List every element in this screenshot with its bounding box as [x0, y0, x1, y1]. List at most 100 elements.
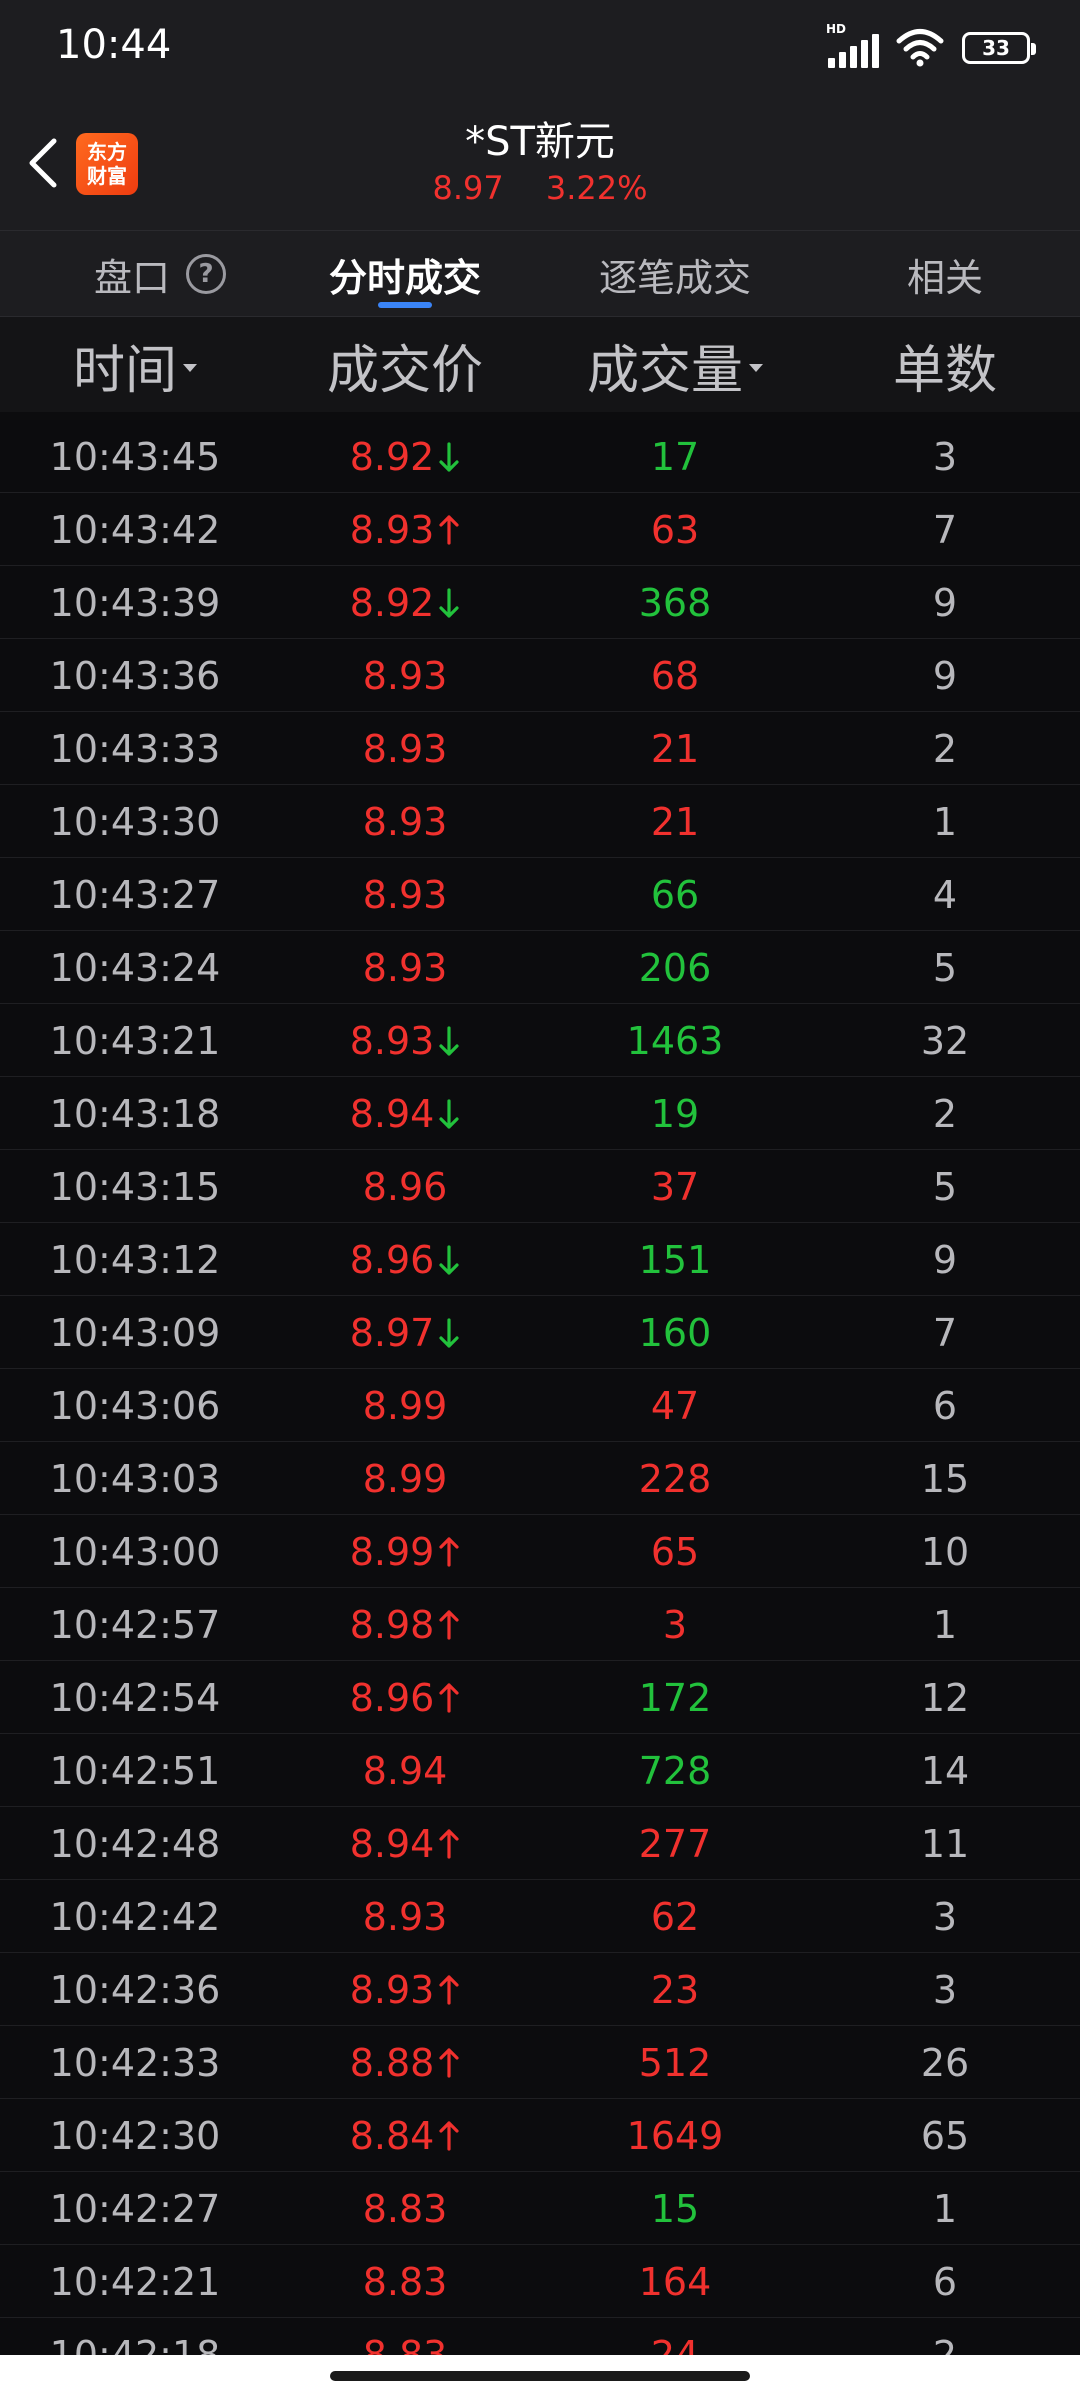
trade-count: 2	[810, 1077, 1080, 1150]
trade-volume-text: 277	[638, 1821, 712, 1866]
table-row: 10:43:15 8.96 37 5	[0, 1150, 1080, 1223]
trade-time: 10:43:42	[0, 493, 270, 566]
table-row: 10:43:06 8.99 47 6	[0, 1369, 1080, 1442]
arrow-up-icon	[439, 1609, 459, 1640]
arrow-down-icon	[439, 1244, 459, 1275]
trade-volume: 151	[540, 1223, 810, 1296]
active-tab-indicator	[378, 302, 432, 308]
status-icons: HD 33	[826, 22, 1036, 70]
tab-tick-trades[interactable]: 逐笔成交	[575, 231, 775, 317]
trade-price-text: 8.83	[362, 2259, 448, 2304]
trade-volume: 21	[540, 712, 810, 785]
trade-count-text: 1	[932, 799, 958, 844]
trade-price: 8.93	[270, 493, 540, 566]
trade-price: 8.93	[270, 931, 540, 1004]
trade-time: 10:43:30	[0, 785, 270, 858]
trade-count-text: 2	[932, 1091, 958, 1136]
trade-price: 8.99	[270, 1369, 540, 1442]
trade-count: 1	[810, 1588, 1080, 1661]
trade-volume: 728	[540, 1734, 810, 1807]
trade-price: 8.98	[270, 1588, 540, 1661]
column-volume[interactable]: 成交量	[540, 317, 810, 413]
trade-count-text: 65	[920, 2113, 970, 2158]
trade-count: 4	[810, 858, 1080, 931]
home-indicator[interactable]	[330, 2371, 750, 2381]
tab-label: 逐笔成交	[598, 255, 751, 300]
trade-price-text: 8.96	[349, 1675, 435, 1720]
trade-count: 26	[810, 2026, 1080, 2099]
trade-price-text: 8.93	[362, 872, 448, 917]
trade-time-text: 10:43:03	[49, 1456, 221, 1501]
trade-volume: 65	[540, 1515, 810, 1588]
trade-volume-text: 23	[650, 1967, 700, 2012]
table-row: 10:43:18 8.94 19 2	[0, 1077, 1080, 1150]
trade-time-text: 10:43:15	[49, 1164, 221, 1209]
table-row: 10:43:45 8.92 17 3	[0, 420, 1080, 493]
trade-price: 8.92	[270, 420, 540, 493]
trade-count-text: 12	[920, 1675, 970, 1720]
table-row: 10:43:39 8.92 368 9	[0, 566, 1080, 639]
trade-count: 12	[810, 1661, 1080, 1734]
table-row: 10:42:57 8.98 3 1	[0, 1588, 1080, 1661]
trade-volume: 24	[540, 2318, 810, 2356]
help-icon[interactable]: ?	[186, 254, 226, 294]
column-time[interactable]: 时间	[0, 317, 270, 413]
trade-time: 10:43:06	[0, 1369, 270, 1442]
table-row: 10:42:33 8.88 512 26	[0, 2026, 1080, 2099]
trade-time: 10:42:51	[0, 1734, 270, 1807]
cell-signal-icon: HD	[826, 22, 879, 68]
trade-price: 8.93	[270, 858, 540, 931]
table-row: 10:42:42 8.93 62 3	[0, 1880, 1080, 1953]
trade-count: 3	[810, 420, 1080, 493]
trade-time-text: 10:43:21	[49, 1018, 221, 1063]
trade-count-text: 15	[920, 1456, 970, 1501]
trade-time: 10:43:33	[0, 712, 270, 785]
trade-count-text: 1	[932, 1602, 958, 1647]
battery-icon: 33	[962, 32, 1036, 64]
tab-related[interactable]: 相关	[860, 231, 1030, 317]
gesture-area	[0, 2355, 1080, 2400]
trade-volume-text: 1463	[626, 1018, 724, 1063]
trade-volume-text: 151	[638, 1237, 712, 1282]
trade-volume: 15	[540, 2172, 810, 2245]
trade-time-text: 10:43:33	[49, 726, 221, 771]
column-price: 成交价	[270, 317, 540, 413]
arrow-down-icon	[439, 1025, 459, 1056]
trade-time-text: 10:42:42	[49, 1894, 221, 1939]
trade-volume-text: 63	[650, 507, 700, 552]
trade-time: 10:42:21	[0, 2245, 270, 2318]
trade-volume: 228	[540, 1442, 810, 1515]
trade-time-text: 10:42:21	[49, 2259, 221, 2304]
trade-time-text: 10:43:27	[49, 872, 221, 917]
table-row: 10:43:24 8.93 206 5	[0, 931, 1080, 1004]
trade-price-text: 8.98	[349, 1602, 435, 1647]
trade-price: 8.99	[270, 1515, 540, 1588]
trade-time-text: 10:42:18	[49, 2332, 221, 2356]
trade-count: 7	[810, 1296, 1080, 1369]
trade-price: 8.94	[270, 1077, 540, 1150]
trade-volume-text: 164	[638, 2259, 712, 2304]
tab-pankou[interactable]: 盘口 ?	[60, 231, 260, 317]
trade-count-text: 9	[932, 653, 958, 698]
trade-count: 7	[810, 493, 1080, 566]
trade-count-text: 32	[920, 1018, 970, 1063]
trade-count-text: 2	[932, 2332, 958, 2356]
stock-quote: 8.97 3.22%	[0, 169, 1080, 207]
trade-time: 10:43:09	[0, 1296, 270, 1369]
table-row: 10:43:03 8.99 228 15	[0, 1442, 1080, 1515]
trade-count-text: 1	[932, 2186, 958, 2231]
trade-count: 11	[810, 1807, 1080, 1880]
trade-price-text: 8.93	[349, 1018, 435, 1063]
trade-count: 2	[810, 2318, 1080, 2356]
status-time: 10:44	[56, 22, 172, 68]
trade-volume: 164	[540, 2245, 810, 2318]
trade-price: 8.93	[270, 1004, 540, 1077]
trade-time-text: 10:43:18	[49, 1091, 221, 1136]
trade-price-text: 8.93	[362, 653, 448, 698]
trade-time-text: 10:43:36	[49, 653, 221, 698]
trade-time-text: 10:43:42	[49, 507, 221, 552]
trade-time-text: 10:42:33	[49, 2040, 221, 2085]
table-row: 10:43:00 8.99 65 10	[0, 1515, 1080, 1588]
trade-price-text: 8.99	[362, 1383, 448, 1428]
trade-list[interactable]: 10:43:45 8.92 17 3 10:43:42 8.93 63 7 10:43:39 8.…	[0, 420, 1080, 2355]
